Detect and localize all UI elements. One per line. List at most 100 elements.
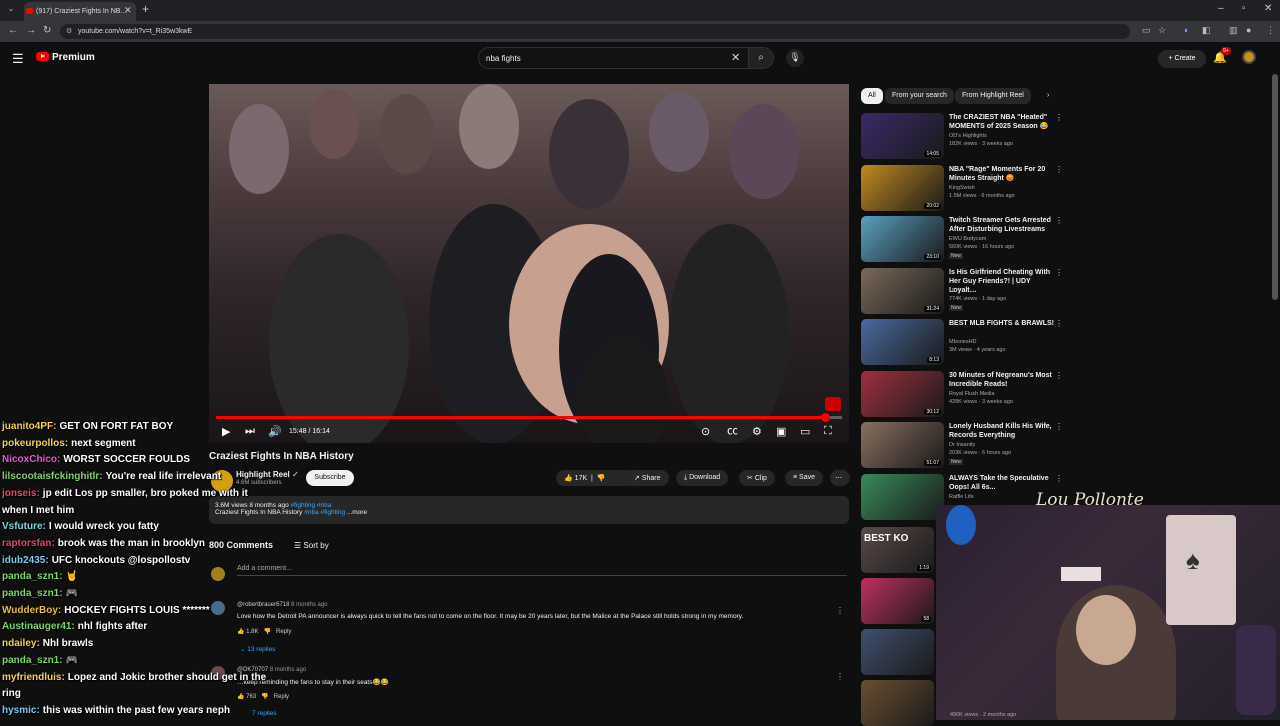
extensions-puzzle-icon[interactable]: ◧ bbox=[1202, 25, 1211, 36]
create-button[interactable]: + Create bbox=[1158, 50, 1206, 68]
video-thumbnail[interactable]: 51:07 bbox=[861, 422, 944, 468]
save-button[interactable]: ≡ Save bbox=[785, 470, 824, 486]
miniplayer-icon[interactable]: ▣ bbox=[776, 425, 786, 438]
voice-search-icon[interactable]: 🎙 bbox=[786, 49, 804, 67]
reload-icon[interactable]: ↻ bbox=[43, 25, 51, 36]
youtube-premium-logo[interactable]: Premium bbox=[36, 52, 95, 63]
video-thumbnail[interactable]: 14:05 bbox=[861, 113, 944, 159]
progress-scrubber[interactable] bbox=[821, 413, 831, 422]
sort-button[interactable]: ☰ Sort by bbox=[294, 541, 329, 550]
minimize-icon[interactable]: – bbox=[1218, 3, 1224, 14]
settings-gear-icon[interactable]: ⚙ bbox=[752, 425, 762, 438]
browser-tab[interactable]: (917) Craziest Fights In NB… bbox=[24, 2, 136, 21]
comment-author[interactable]: @robertbrauer6718 8 months ago bbox=[237, 602, 328, 608]
add-comment-input[interactable]: Add a comment... bbox=[237, 565, 847, 576]
site-info-icon[interactable]: ⚙ bbox=[66, 27, 72, 35]
video-menu-icon[interactable]: ⋮ bbox=[1055, 268, 1063, 277]
share-button[interactable]: ↗ Share bbox=[626, 470, 669, 486]
autoplay-toggle-icon[interactable]: ⊙ bbox=[701, 425, 710, 438]
description-box[interactable]: 3.6M views 8 months ago #fighting #nba C… bbox=[209, 496, 849, 524]
subscribe-button[interactable]: Subscribe bbox=[306, 470, 354, 486]
video-title[interactable]: ALWAYS Take the Speculative Oops! All 6s… bbox=[949, 474, 1055, 492]
recommended-video[interactable]: 14:05 The CRAZIEST NBA "Heated" MOMENTS o… bbox=[861, 113, 1063, 159]
video-thumbnail[interactable]: 31:24 bbox=[861, 267, 944, 314]
tab-close-icon[interactable]: ✕ bbox=[124, 5, 132, 16]
view-replies-link[interactable]: ⌄ 13 replies bbox=[240, 645, 275, 653]
search-input[interactable]: nba fights bbox=[478, 47, 750, 69]
like-dislike-group[interactable]: 👍 17K | 👎 bbox=[556, 470, 636, 486]
next-icon[interactable]: ⏭ bbox=[245, 425, 255, 438]
video-thumbnail[interactable]: 20:02 bbox=[861, 164, 944, 211]
browser-menu-icon[interactable]: ⋮ bbox=[1266, 25, 1275, 36]
recommended-video[interactable]: 51:07 Lonely Husband Kills His Wife, Reco… bbox=[861, 422, 1063, 468]
comment-menu-icon[interactable]: ⋮ bbox=[836, 672, 844, 681]
comment-menu-icon[interactable]: ⋮ bbox=[836, 606, 844, 615]
channel-name[interactable]: UDY bbox=[949, 288, 961, 294]
channel-name[interactable]: Royal Flush Media bbox=[949, 391, 995, 397]
recommended-thumbnail-partial[interactable] bbox=[861, 680, 934, 726]
video-thumbnail[interactable]: 30:12 bbox=[861, 370, 944, 417]
video-title[interactable]: Lonely Husband Kills His Wife, Records E… bbox=[949, 422, 1055, 440]
more-actions-icon[interactable]: ⋯ bbox=[830, 470, 850, 486]
reply-button[interactable]: Reply bbox=[274, 694, 289, 700]
hamburger-menu-icon[interactable]: ☰ bbox=[12, 51, 24, 67]
recommended-thumbnail-partial[interactable] bbox=[861, 629, 934, 675]
clip-button[interactable]: ✂ Clip bbox=[739, 470, 775, 486]
description-hashtags[interactable]: #fighting #nba bbox=[291, 502, 332, 509]
channel-name[interactable]: Raffle Life bbox=[949, 494, 974, 500]
video-thumbnail[interactable]: 23:10 bbox=[861, 216, 944, 262]
video-menu-icon[interactable]: ⋮ bbox=[1055, 422, 1063, 431]
video-title[interactable]: The CRAZIEST NBA "Heated" MOMENTS of 202… bbox=[949, 113, 1055, 131]
url-field[interactable]: ⚙ youtube.com/watch?v=t_Ri35w3kwE bbox=[60, 24, 1130, 39]
recommended-thumbnail-partial[interactable]: BEST KO 1:19 bbox=[861, 527, 934, 573]
fullscreen-icon[interactable]: ⛶ bbox=[824, 425, 832, 438]
channel-name[interactable]: KingSwish bbox=[949, 185, 975, 191]
page-scrollbar[interactable] bbox=[1272, 74, 1278, 300]
video-menu-icon[interactable]: ⋮ bbox=[1055, 165, 1063, 174]
channel-name[interactable]: Highlight Reel ✓ bbox=[236, 470, 299, 479]
window-close-icon[interactable]: ✕ bbox=[1264, 3, 1272, 14]
forward-icon[interactable]: → bbox=[26, 25, 36, 36]
recommended-video[interactable]: 8:13 BEST MLB FIGHTS & BRAWLS! MbonesHD 3M … bbox=[861, 319, 1063, 365]
sidebar-icon[interactable]: ▥ bbox=[1229, 25, 1238, 36]
video-menu-icon[interactable]: ⋮ bbox=[1055, 319, 1063, 328]
maximize-icon[interactable]: ▫ bbox=[1242, 3, 1246, 14]
progress-bar[interactable] bbox=[216, 413, 842, 422]
bookmark-star-icon[interactable]: ☆ bbox=[1158, 25, 1166, 36]
download-button[interactable]: ⤓ Download bbox=[676, 470, 729, 486]
video-title[interactable]: Is His Girlfriend Cheating With Her Guy … bbox=[949, 268, 1055, 295]
video-menu-icon[interactable]: ⋮ bbox=[1055, 474, 1063, 483]
chips-next-icon[interactable]: › bbox=[1040, 88, 1056, 104]
extension-icon[interactable]: ◐ bbox=[1184, 25, 1189, 35]
recommended-video[interactable]: 31:24 Is His Girlfriend Cheating With Her… bbox=[861, 267, 1063, 314]
comment-avatar[interactable] bbox=[211, 601, 225, 615]
chip-from-channel[interactable]: From Highlight Reel bbox=[955, 88, 1031, 104]
video-player[interactable]: ▶ ⏭ 🔊 15:48 / 16:14 ⊙ ㏄ ⚙ ▣ ▭ ⛶ bbox=[209, 84, 849, 443]
chip-from-search[interactable]: From your search bbox=[885, 88, 954, 104]
video-menu-icon[interactable]: ⋮ bbox=[1055, 371, 1063, 380]
back-icon[interactable]: ← bbox=[8, 25, 18, 36]
video-title[interactable]: 30 Minutes of Negreanu's Most Incredible… bbox=[949, 371, 1055, 389]
recommended-thumbnail-partial[interactable]: 58 bbox=[861, 578, 934, 624]
cast-icon[interactable]: ▭ bbox=[1142, 25, 1151, 36]
account-avatar[interactable] bbox=[1242, 50, 1256, 64]
description-line-hashtags[interactable]: #nba #fighting bbox=[304, 509, 345, 516]
theater-mode-icon[interactable]: ▭ bbox=[800, 425, 810, 438]
tab-search-icon[interactable]: ⌄ bbox=[5, 4, 17, 16]
channel-name[interactable]: EWU Bodycam bbox=[949, 236, 986, 242]
channel-name[interactable]: MbonesHD bbox=[949, 339, 977, 345]
channel-name[interactable]: OD's Highlights bbox=[949, 133, 987, 139]
recommended-video[interactable]: 20:02 NBA "Rage" Moments For 20 Minutes S… bbox=[861, 164, 1063, 211]
video-thumbnail[interactable]: 8:13 bbox=[861, 319, 944, 365]
video-menu-icon[interactable]: ⋮ bbox=[1055, 113, 1063, 122]
clear-search-icon[interactable]: ✕ bbox=[731, 51, 740, 64]
volume-icon[interactable]: 🔊 bbox=[268, 425, 282, 438]
video-title[interactable]: BEST MLB FIGHTS & BRAWLS! bbox=[949, 319, 1055, 328]
reply-button[interactable]: Reply bbox=[276, 629, 291, 635]
video-title[interactable]: Twitch Streamer Gets Arrested After Dist… bbox=[949, 216, 1055, 234]
channel-name[interactable]: Dr Insanity bbox=[949, 442, 975, 448]
show-more-link[interactable]: ...more bbox=[347, 509, 367, 516]
chip-all[interactable]: All bbox=[861, 88, 883, 104]
recommended-video[interactable]: 23:10 Twitch Streamer Gets Arrested After… bbox=[861, 216, 1063, 262]
search-button[interactable]: ⌕ bbox=[748, 47, 774, 69]
